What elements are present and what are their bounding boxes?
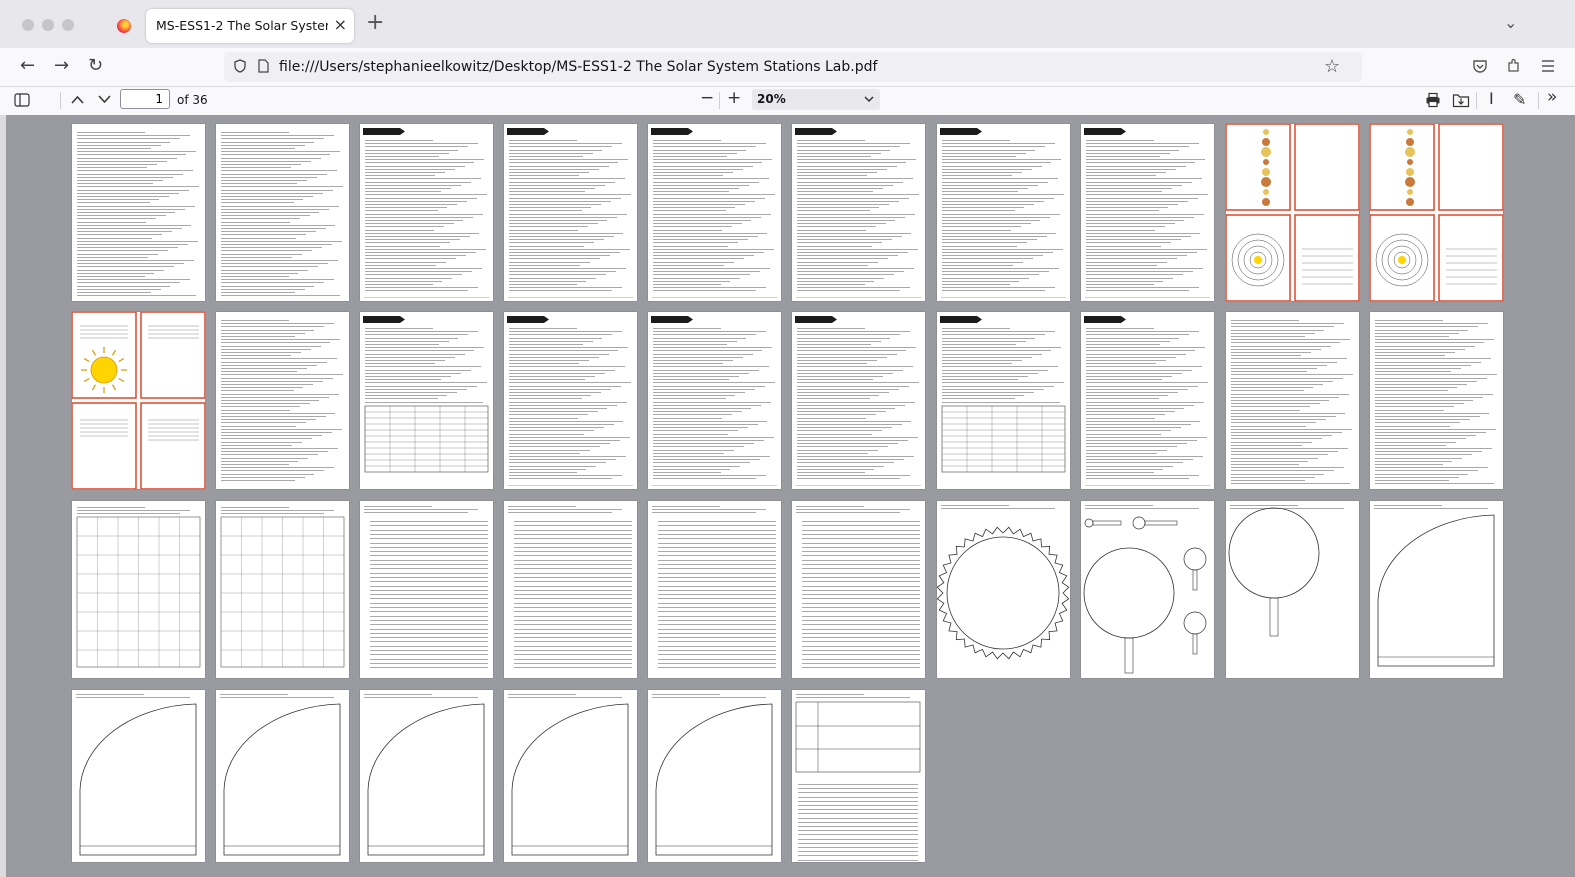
- page-thumbnail-26[interactable]: [792, 501, 925, 678]
- page-thumbnail-4[interactable]: [504, 124, 637, 301]
- save-icon[interactable]: [1452, 92, 1470, 108]
- page-thumbnail-9[interactable]: [1226, 124, 1359, 301]
- page-thumbnail-25[interactable]: [648, 501, 781, 678]
- zoom-in-button[interactable]: +: [727, 89, 741, 107]
- zoom-out-button[interactable]: −: [700, 89, 714, 107]
- page-thumbnail-35[interactable]: [648, 690, 781, 862]
- page-thumbnail-19[interactable]: [1226, 312, 1359, 489]
- page-thumbnail-6[interactable]: [792, 124, 925, 301]
- pocket-icon[interactable]: [1472, 58, 1488, 74]
- page-count: of 36: [177, 93, 208, 107]
- viewer-edge: [0, 115, 6, 877]
- page-thumbnail-29[interactable]: [1226, 501, 1359, 678]
- page-thumbnail-31[interactable]: [72, 690, 205, 862]
- more-tools-button[interactable]: »: [1547, 88, 1557, 106]
- page-thumbnail-23[interactable]: [360, 501, 493, 678]
- tab-title: MS-ESS1-2 The Solar System Stations Lab: [156, 18, 328, 33]
- forward-button[interactable]: →: [54, 56, 69, 76]
- bookmark-star-icon[interactable]: ☆: [1324, 56, 1340, 77]
- previous-page-icon[interactable]: [71, 95, 84, 104]
- page-thumbnail-13[interactable]: [360, 312, 493, 489]
- page-thumbnail-36[interactable]: [792, 690, 925, 862]
- page-thumbnail-34[interactable]: [504, 690, 637, 862]
- page-thumbnail-22[interactable]: [216, 501, 349, 678]
- page-thumbnail-12[interactable]: [216, 312, 349, 489]
- close-window-button[interactable]: [22, 19, 34, 31]
- firefox-icon[interactable]: [117, 19, 131, 33]
- page-thumbnail-8[interactable]: [1081, 124, 1214, 301]
- tab-close-button[interactable]: ×: [334, 15, 347, 35]
- print-icon[interactable]: [1425, 92, 1441, 108]
- page-thumbnail-14[interactable]: [504, 312, 637, 489]
- url-bar[interactable]: file:///Users/stephanieelkowitz/Desktop/…: [224, 52, 1362, 82]
- page-number-input[interactable]: [120, 89, 170, 109]
- page-thumbnail-20[interactable]: [1370, 312, 1503, 489]
- page-thumbnail-2[interactable]: [216, 124, 349, 301]
- extensions-icon[interactable]: [1506, 58, 1522, 74]
- toolbar-separator: [719, 92, 720, 109]
- toolbar-separator: [60, 92, 61, 109]
- back-button[interactable]: ←: [20, 56, 35, 76]
- page-thumbnail-27[interactable]: [937, 501, 1070, 678]
- next-page-icon[interactable]: [98, 95, 111, 104]
- zoom-value: 20%: [757, 92, 786, 106]
- new-tab-button[interactable]: +: [366, 12, 384, 34]
- text-tool-button[interactable]: I: [1489, 90, 1494, 108]
- zoom-window-button[interactable]: [62, 19, 74, 31]
- url-text[interactable]: file:///Users/stephanieelkowitz/Desktop/…: [279, 59, 877, 75]
- shield-icon[interactable]: [234, 59, 246, 73]
- page-thumbnail-1[interactable]: [72, 124, 205, 301]
- minimize-window-button[interactable]: [42, 19, 54, 31]
- page-icon: [258, 59, 269, 73]
- page-thumbnail-28[interactable]: [1081, 501, 1214, 678]
- page-thumbnail-21[interactable]: [72, 501, 205, 678]
- pdf-toolbar: of 36 − + 20% I ✎ »: [0, 86, 1575, 116]
- tab-list-button[interactable]: ⌄: [1504, 13, 1517, 32]
- reload-button[interactable]: ↻: [88, 56, 103, 76]
- menu-icon[interactable]: [1540, 59, 1556, 73]
- page-thumbnail-24[interactable]: [504, 501, 637, 678]
- page-thumbnail-7[interactable]: [937, 124, 1070, 301]
- pdf-thumbnail-grid[interactable]: [0, 115, 1575, 877]
- page-thumbnail-5[interactable]: [648, 124, 781, 301]
- zoom-select[interactable]: 20%: [752, 89, 880, 110]
- page-thumbnail-10[interactable]: [1370, 124, 1503, 301]
- tab-active[interactable]: MS-ESS1-2 The Solar System Stations Lab …: [146, 9, 354, 43]
- draw-tool-button[interactable]: ✎: [1513, 91, 1526, 109]
- chevron-down-icon: [864, 96, 874, 103]
- page-thumbnail-32[interactable]: [216, 690, 349, 862]
- nav-bar: ← → ↻ file:///Users/stephanieelkowitz/De…: [0, 48, 1575, 86]
- page-thumbnail-15[interactable]: [648, 312, 781, 489]
- page-thumbnail-17[interactable]: [937, 312, 1070, 489]
- sidebar-toggle-icon[interactable]: [14, 93, 30, 107]
- tab-bar: MS-ESS1-2 The Solar System Stations Lab …: [0, 0, 1575, 48]
- page-thumbnail-33[interactable]: [360, 690, 493, 862]
- toolbar-separator: [1476, 92, 1477, 109]
- page-thumbnail-30[interactable]: [1370, 501, 1503, 678]
- page-thumbnail-3[interactable]: [360, 124, 493, 301]
- page-thumbnail-11[interactable]: [72, 312, 205, 489]
- page-thumbnail-16[interactable]: [792, 312, 925, 489]
- page-thumbnail-18[interactable]: [1081, 312, 1214, 489]
- toolbar-separator: [1538, 92, 1539, 109]
